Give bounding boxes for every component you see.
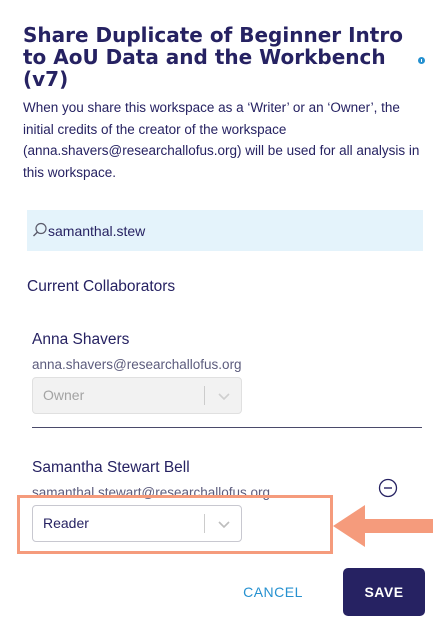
- modal-description: When you share this workspace as a ‘Writ…: [23, 100, 420, 180]
- share-workspace-modal: Share Duplicate of Beginner Intro to AoU…: [0, 0, 447, 636]
- modal-title: Share Duplicate of Beginner Intro to AoU…: [23, 23, 403, 91]
- divider: [32, 427, 422, 428]
- highlight-box: [17, 495, 333, 554]
- role-select-value: Owner: [43, 387, 85, 403]
- info-icon[interactable]: [418, 57, 425, 64]
- collaborator-name: Anna Shavers: [32, 331, 130, 348]
- search-input[interactable]: [48, 210, 418, 251]
- collaborator-search: [27, 210, 423, 251]
- collaborator-name: Samantha Stewart Bell: [32, 459, 190, 476]
- save-button[interactable]: SAVE: [343, 568, 425, 616]
- role-select-owner: Owner: [32, 377, 242, 414]
- select-separator: [204, 386, 205, 405]
- remove-collaborator-icon[interactable]: [378, 478, 398, 498]
- arrow-left-icon: [333, 505, 433, 547]
- cancel-button[interactable]: CANCEL: [228, 571, 318, 613]
- chevron-down-icon: [218, 393, 230, 401]
- collaborator-email: anna.shavers@researchallofus.org: [32, 357, 242, 372]
- section-label-collaborators: Current Collaborators: [27, 278, 176, 295]
- search-icon: [33, 222, 47, 237]
